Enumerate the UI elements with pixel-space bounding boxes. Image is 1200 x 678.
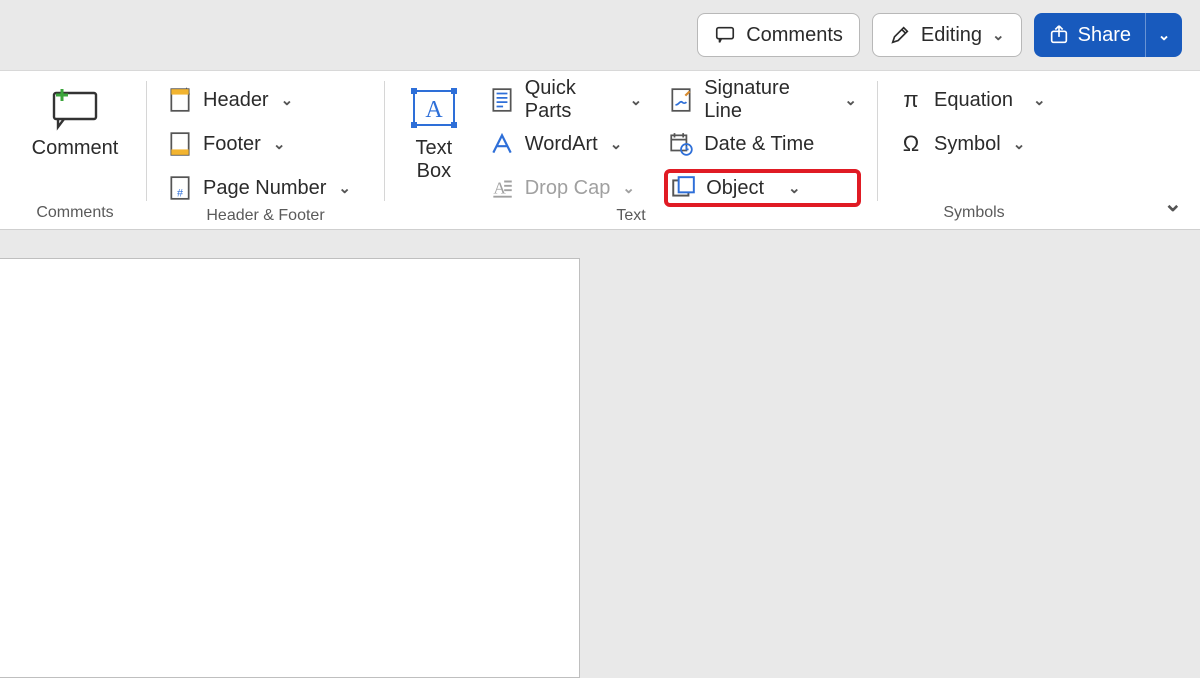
group-body: Header ⌄ Footer ⌄ # Page Number ⌄ bbox=[163, 75, 368, 207]
pencil-icon bbox=[889, 24, 911, 46]
new-comment-icon bbox=[48, 87, 102, 131]
group-text: A Text Box Quick Parts ⌄ WordArt ⌄ A Dro… bbox=[391, 71, 871, 229]
separator bbox=[384, 81, 385, 201]
date-time-label: Date & Time bbox=[704, 133, 814, 156]
header-button[interactable]: Header ⌄ bbox=[163, 81, 355, 119]
group-label: Text bbox=[401, 207, 861, 225]
chevron-down-icon: ⌄ bbox=[610, 135, 623, 153]
footer-button[interactable]: Footer ⌄ bbox=[163, 125, 355, 163]
document-page[interactable] bbox=[0, 258, 580, 678]
editing-mode-label: Editing bbox=[921, 24, 982, 47]
wordart-icon bbox=[489, 131, 515, 157]
drop-cap-icon: A bbox=[489, 175, 515, 201]
editing-mode-button[interactable]: Editing ⌄ bbox=[872, 13, 1022, 57]
comment-label: Comment bbox=[32, 137, 119, 160]
object-button[interactable]: Object ⌄ bbox=[664, 169, 861, 207]
separator bbox=[146, 81, 147, 201]
chevron-down-icon: ⌄ bbox=[1013, 135, 1026, 153]
group-comments: Comment Comments bbox=[10, 71, 140, 229]
group-symbols: π Equation ⌄ Ω Symbol ⌄ Symbols bbox=[884, 71, 1064, 229]
ribbon: Comment Comments Header ⌄ Footer ⌄ # bbox=[0, 70, 1200, 230]
separator bbox=[877, 81, 878, 201]
share-icon bbox=[1048, 24, 1070, 46]
header-label: Header bbox=[203, 89, 269, 112]
comments-button-label: Comments bbox=[746, 24, 843, 47]
chevron-down-icon: ⌄ bbox=[788, 179, 801, 197]
symbol-label: Symbol bbox=[934, 133, 1001, 156]
share-button[interactable]: Share ⌄ bbox=[1034, 13, 1182, 57]
footer-icon bbox=[167, 131, 193, 157]
svg-text:#: # bbox=[177, 188, 183, 200]
object-icon bbox=[670, 175, 696, 201]
header-icon bbox=[167, 87, 193, 113]
chevron-down-icon: ⌄ bbox=[281, 91, 294, 109]
signature-icon bbox=[668, 87, 694, 113]
group-label: Symbols bbox=[894, 201, 1054, 225]
chevron-down-icon: ⌄ bbox=[1033, 91, 1046, 109]
group-body: Comment bbox=[20, 75, 130, 201]
footer-label: Footer bbox=[203, 133, 261, 156]
date-time-button[interactable]: Date & Time bbox=[664, 125, 861, 163]
comment-button[interactable]: Comment bbox=[20, 81, 130, 160]
drop-cap-label: Drop Cap bbox=[525, 177, 611, 200]
drop-cap-button[interactable]: A Drop Cap ⌄ bbox=[485, 169, 646, 207]
chevron-down-icon: ⌄ bbox=[844, 91, 857, 109]
share-dropdown[interactable]: ⌄ bbox=[1146, 13, 1182, 57]
date-time-icon bbox=[668, 131, 694, 157]
object-label: Object bbox=[706, 177, 764, 200]
text-box-label: Text Box bbox=[416, 137, 453, 183]
symbol-button[interactable]: Ω Symbol ⌄ bbox=[894, 125, 1050, 163]
group-label: Header & Footer bbox=[163, 207, 368, 225]
comment-bubble-icon bbox=[714, 24, 736, 46]
signature-line-button[interactable]: Signature Line ⌄ bbox=[664, 81, 861, 119]
quick-parts-icon bbox=[489, 87, 515, 113]
signature-line-label: Signature Line bbox=[704, 77, 820, 123]
equation-button[interactable]: π Equation ⌄ bbox=[894, 81, 1050, 119]
chevron-down-icon: ⌄ bbox=[273, 135, 286, 153]
group-body: π Equation ⌄ Ω Symbol ⌄ bbox=[894, 75, 1054, 201]
text-box-button[interactable]: A Text Box bbox=[401, 81, 467, 207]
collapse-ribbon-button[interactable]: ⌄ bbox=[1164, 191, 1182, 217]
chevron-down-icon: ⌄ bbox=[992, 26, 1005, 44]
page-number-label: Page Number bbox=[203, 177, 326, 200]
chevron-down-icon: ⌄ bbox=[1158, 26, 1171, 44]
comments-button[interactable]: Comments bbox=[697, 13, 860, 57]
omega-icon: Ω bbox=[898, 131, 924, 157]
group-label: Comments bbox=[20, 201, 130, 225]
share-main[interactable]: Share bbox=[1034, 13, 1146, 57]
quick-parts-button[interactable]: Quick Parts ⌄ bbox=[485, 81, 646, 119]
page-number-button[interactable]: # Page Number ⌄ bbox=[163, 169, 355, 207]
page-number-icon: # bbox=[167, 175, 193, 201]
title-bar-actions: Comments Editing ⌄ Share ⌄ bbox=[0, 0, 1200, 70]
quick-parts-label: Quick Parts bbox=[525, 77, 618, 123]
share-label: Share bbox=[1078, 24, 1131, 47]
chevron-down-icon: ⌄ bbox=[1164, 191, 1182, 216]
chevron-down-icon: ⌄ bbox=[622, 179, 635, 197]
equation-label: Equation bbox=[934, 89, 1013, 112]
wordart-label: WordArt bbox=[525, 133, 598, 156]
group-header-footer: Header ⌄ Footer ⌄ # Page Number ⌄ Header… bbox=[153, 71, 378, 229]
group-body: A Text Box Quick Parts ⌄ WordArt ⌄ A Dro… bbox=[401, 75, 861, 207]
chevron-down-icon: ⌄ bbox=[338, 179, 351, 197]
chevron-down-icon: ⌄ bbox=[630, 91, 643, 109]
wordart-button[interactable]: WordArt ⌄ bbox=[485, 125, 646, 163]
text-box-icon: A bbox=[408, 87, 460, 131]
svg-text:A: A bbox=[425, 97, 443, 123]
pi-icon: π bbox=[898, 87, 924, 113]
